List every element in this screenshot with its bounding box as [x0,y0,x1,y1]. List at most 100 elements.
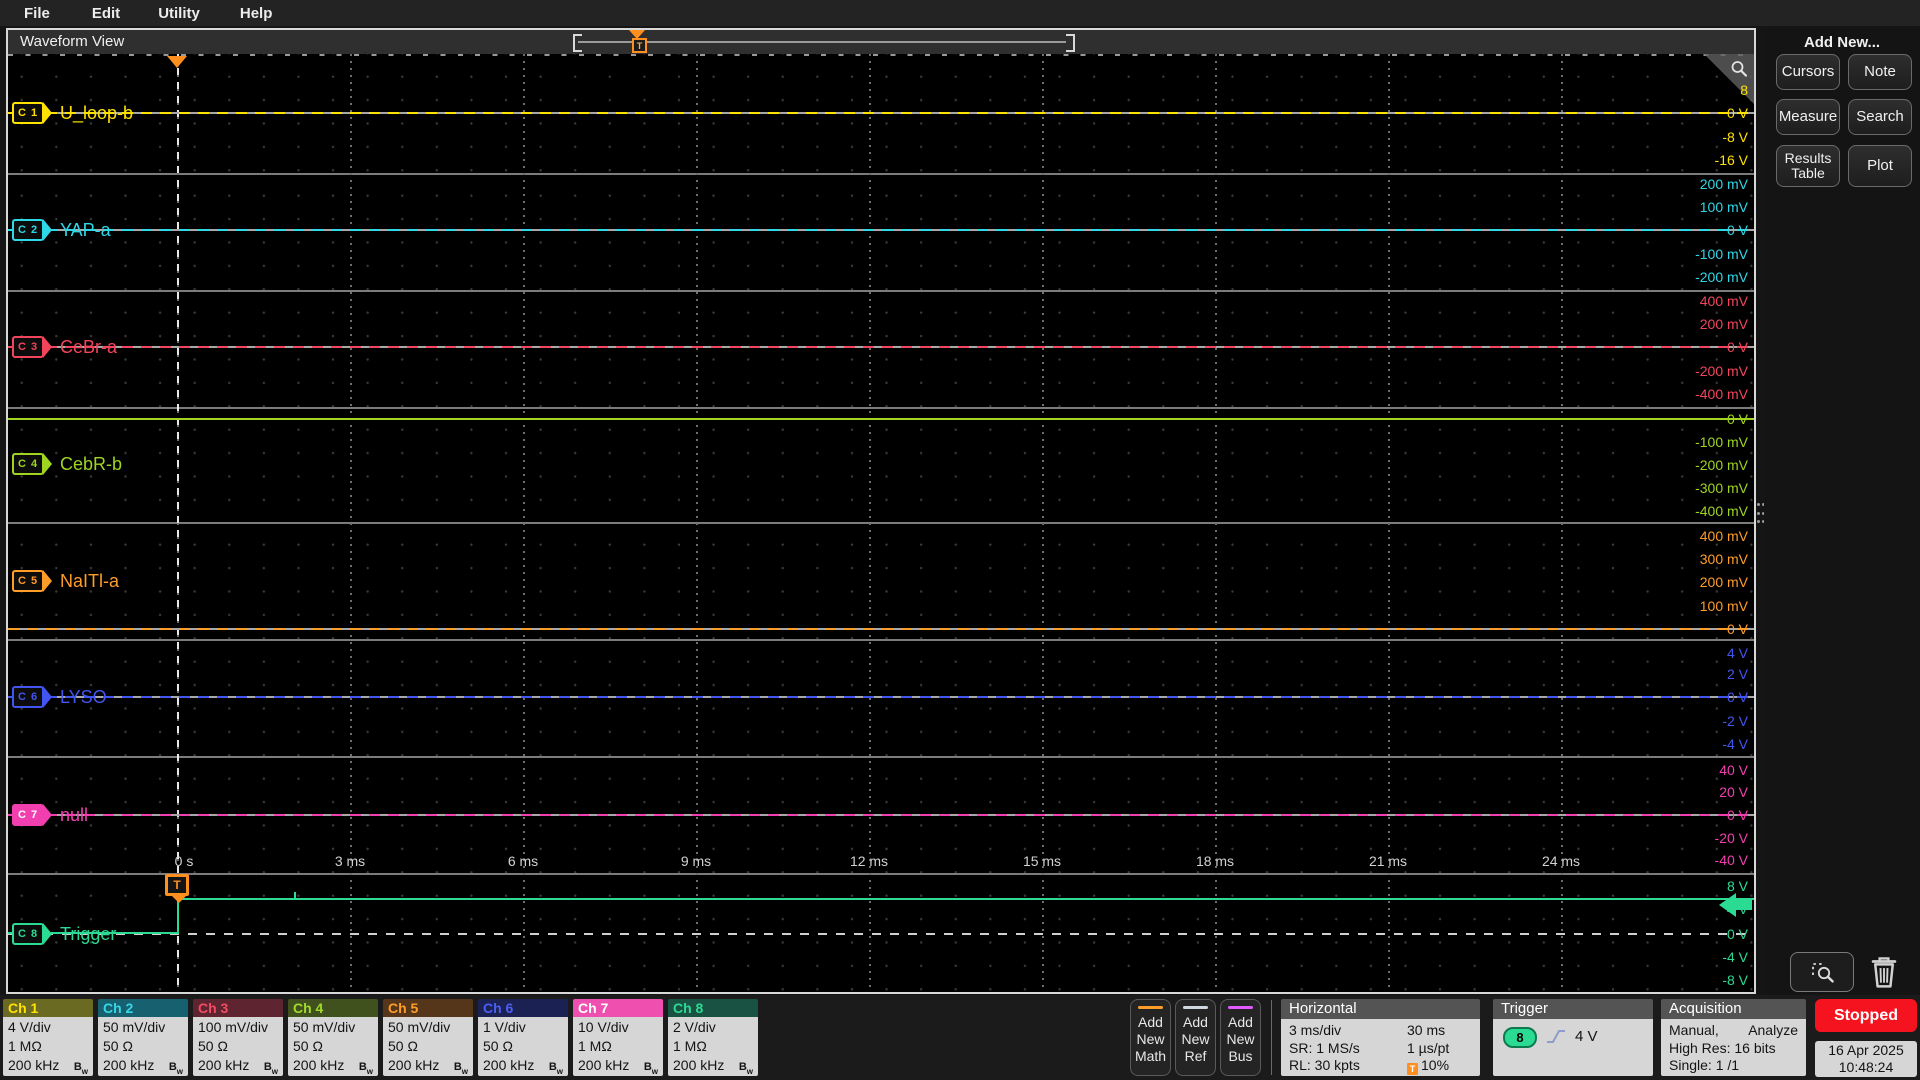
channel-card-header: Ch 5 [383,999,473,1017]
volts-per-div: 50 mV/div [388,1019,451,1035]
channel-handle-c2[interactable]: C 2 [12,219,52,241]
scale-label: 0 V [1726,339,1748,355]
horizontal-panel[interactable]: Horizontal 3 ms/div 30 ms SR: 1 MS/s 1 µ… [1281,999,1480,1076]
slice-separator [8,407,1754,409]
trigger-level: 4 V [1575,1028,1598,1045]
note-button[interactable]: Note [1848,54,1912,90]
channel-handle-c8[interactable]: C 8 [12,923,52,945]
bandwidth-limit-icon: Bw [453,1061,468,1076]
channel-handle-c6[interactable]: C 6 [12,686,52,708]
add-label: New [1181,1031,1210,1047]
channel-handle-c5[interactable]: C 5 [12,570,52,592]
scale-label: -200 mV [1695,457,1748,473]
channel-name-c2[interactable]: YAP-a [60,219,111,241]
channel-badge-point-icon [43,453,52,475]
bandwidth: 200 kHz [578,1057,630,1073]
trigger-top-marker-icon[interactable] [167,56,187,68]
menu-bar: File Edit Utility Help [0,0,1920,26]
math-accent-line [1138,1006,1163,1009]
run-stop-button[interactable]: Stopped [1815,999,1917,1032]
channel-name-c1[interactable]: U_loop-b [60,102,133,124]
scale-label: 200 mV [1699,316,1748,332]
add-new-ref-button[interactable]: Add New Ref [1175,999,1216,1076]
acquisition-panel[interactable]: Acquisition Manual, Analyze High Res: 16… [1661,999,1806,1076]
menu-edit[interactable]: Edit [92,5,120,22]
channel-handle-c7[interactable]: C 7 [12,804,52,826]
plot-button[interactable]: Plot [1848,145,1912,187]
scale-label: 100 mV [1699,199,1748,215]
channel-name-c3[interactable]: CeBr-a [60,336,117,358]
channel-card-header: Ch 6 [478,999,568,1017]
channel-name-c5[interactable]: NaITl-a [60,570,119,592]
cursors-button[interactable]: Cursors [1776,54,1840,90]
search-button[interactable]: Search [1848,99,1912,135]
scale-label: 4 V [1726,645,1748,661]
channel-handle-c3[interactable]: C 3 [12,336,52,358]
add-label: Ref [1184,1048,1207,1064]
channel-name-c7[interactable]: null [60,804,88,826]
impedance: 1 MΩ [673,1038,707,1054]
trigger-t-badge[interactable]: T [165,874,189,896]
waveform-slice-c5 [8,522,1754,639]
volts-per-div: 50 mV/div [293,1019,356,1035]
impedance: 1 MΩ [8,1038,42,1054]
c3-zero-line [8,346,1754,348]
oscilloscope-screen: File Edit Utility Help Waveform View T C… [0,0,1920,1080]
scale-label: -8 V [1722,972,1748,988]
zoom-mode-button[interactable] [1790,952,1854,992]
trigger-t-badge-tail [172,896,186,903]
channel-settings-ch4[interactable]: Ch 4 50 mV/div 50 Ω 200 kHz Bw [288,999,378,1076]
channel-badge-label: C 1 [17,107,39,119]
trigger-position-flag[interactable]: T [632,38,647,53]
channel-settings-ch6[interactable]: Ch 6 1 V/div 50 Ω 200 kHz Bw [478,999,568,1076]
channel-handle-c1[interactable]: C 1 [12,102,52,124]
bandwidth: 200 kHz [388,1057,440,1073]
trigger-position-line[interactable] [177,54,179,992]
gridline [350,54,352,992]
menu-utility[interactable]: Utility [158,5,200,22]
channel-badge-point-icon [43,923,52,945]
add-new-math-button[interactable]: Add New Math [1130,999,1171,1076]
impedance: 1 MΩ [578,1038,612,1054]
channel-settings-ch3[interactable]: Ch 3 100 mV/div 50 Ω 200 kHz Bw [193,999,283,1076]
channel-settings-ch5[interactable]: Ch 5 50 mV/div 50 Ω 200 kHz Bw [383,999,473,1076]
scale-label: 200 mV [1699,574,1748,590]
channel-card-header: Ch 2 [98,999,188,1017]
measure-button[interactable]: Measure [1776,99,1840,135]
trigger-level-arrow-icon[interactable] [1719,893,1736,917]
trigger-panel-title: Trigger [1493,999,1653,1019]
channel-settings-ch2[interactable]: Ch 2 50 mV/div 50 Ω 200 kHz Bw [98,999,188,1076]
menu-file[interactable]: File [24,5,50,22]
horizontal-position-bar[interactable] [578,41,1066,43]
trigger-panel[interactable]: Trigger 8 4 V [1493,999,1653,1076]
add-label: New [1136,1031,1165,1047]
acquisition-resolution: High Res: 16 bits [1669,1040,1776,1056]
channel-settings-ch1[interactable]: Ch 1 4 V/div 1 MΩ 200 kHz Bw [3,999,93,1076]
delete-button[interactable] [1862,950,1906,992]
channel-badge-point-icon [43,686,52,708]
add-label: Bus [1228,1048,1253,1064]
bandwidth-limit-icon: Bw [263,1061,278,1076]
scale-label: 0 V [1726,105,1748,121]
channel-name-c8[interactable]: Trigger [60,923,116,945]
menu-help[interactable]: Help [240,5,273,22]
c8-trace-glitch [294,892,296,898]
plot-area[interactable]: C 1 U_loop-b 8 0 V -8 V -16 V C 2 YAP-a … [8,54,1754,992]
scale-label: -16 V [1714,152,1748,168]
volts-per-div: 4 V/div [8,1019,51,1035]
add-new-bus-button[interactable]: Add New Bus [1220,999,1261,1076]
channel-name-c4[interactable]: CebR-b [60,453,122,475]
channel-name-c6[interactable]: LYSO [60,686,107,708]
channel-handle-c4[interactable]: C 4 [12,453,52,475]
add-label: New [1226,1031,1255,1047]
bandwidth-limit-icon: Bw [738,1061,753,1076]
scale-label: 20 V [1719,784,1748,800]
sample-resolution: 1 µs/pt [1407,1040,1450,1056]
time-label: 15 ms [1022,853,1062,869]
channel-settings-ch7[interactable]: Ch 7 10 V/div 1 MΩ 200 kHz Bw [573,999,663,1076]
channel-card-header: Ch 8 [668,999,758,1017]
add-label: Math [1134,1048,1167,1064]
bandwidth-limit-icon: Bw [73,1061,88,1076]
channel-settings-ch8[interactable]: Ch 8 2 V/div 1 MΩ 200 kHz Bw [668,999,758,1076]
results-table-button[interactable]: Results Table [1776,145,1840,187]
